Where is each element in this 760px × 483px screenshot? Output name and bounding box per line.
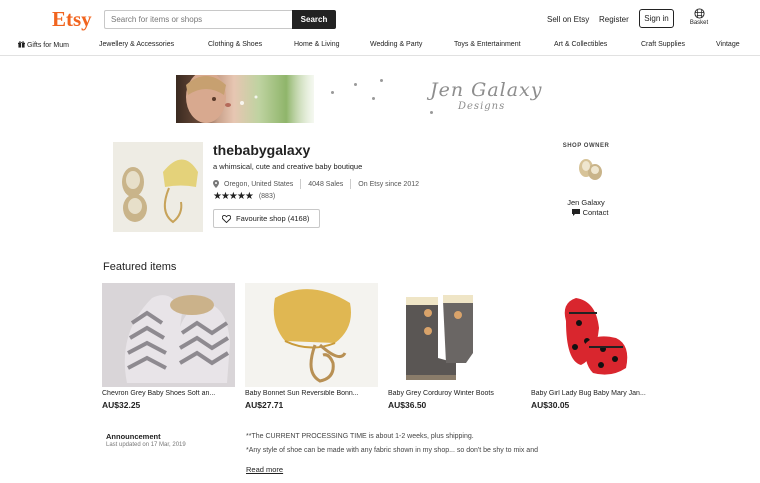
featured-item[interactable]: Baby Girl Lady Bug Baby Mary Jan... AU$3… (531, 283, 664, 410)
favourite-shop-label: Favourite shop (4168) (236, 214, 310, 223)
shop-rating[interactable]: ★★★★★ (883) (213, 191, 275, 202)
category-nav: Gifts for Mum Jewellery & Accessories Cl… (0, 37, 760, 56)
featured-item[interactable]: Chevron Grey Baby Shoes Soft an... AU$32… (102, 283, 235, 410)
owner-avatar-image (574, 152, 606, 184)
item-title[interactable]: Baby Grey Corduroy Winter Boots (388, 390, 521, 397)
dandelion-seed (430, 111, 433, 114)
category-art[interactable]: Art & Collectibles (554, 41, 607, 48)
category-jewellery[interactable]: Jewellery & Accessories (99, 41, 174, 48)
item-title[interactable]: Baby Girl Lady Bug Baby Mary Jan... (531, 390, 664, 397)
contact-owner-link[interactable]: Contact (562, 208, 618, 217)
category-vintage[interactable]: Vintage (716, 41, 740, 48)
favourite-shop-button[interactable]: Favourite shop (4168) (213, 209, 320, 228)
shop-owner-heading: SHOP OWNER (562, 143, 610, 149)
owner-avatar[interactable] (574, 152, 606, 184)
basket-label: Basket (689, 20, 709, 26)
announcement-text: **The CURRENT PROCESSING TIME is about 1… (246, 433, 474, 440)
item-price: AU$36.50 (388, 400, 427, 410)
message-icon (571, 209, 580, 216)
baby-bonnet-image (245, 283, 378, 387)
ladybug-mary-jane-shoes-image (531, 283, 664, 387)
item-price: AU$32.25 (102, 400, 141, 410)
sell-on-etsy-link[interactable]: Sell on Etsy (547, 15, 589, 24)
shop-sales[interactable]: 4048 Sales (308, 181, 343, 188)
search-input[interactable] (104, 10, 293, 29)
item-image[interactable] (245, 283, 378, 387)
meta-divider (350, 179, 352, 189)
sign-in-button[interactable]: Sign in (639, 9, 674, 28)
category-clothing[interactable]: Clothing & Shoes (208, 41, 262, 48)
dandelion-seed (354, 83, 357, 86)
featured-item[interactable]: Baby Grey Corduroy Winter Boots AU$36.50 (388, 283, 521, 410)
banner-fade (286, 75, 326, 123)
announcement-text: *Any style of shoe can be made with any … (246, 447, 538, 454)
owner-name[interactable]: Jen Galaxy (558, 198, 614, 207)
corduroy-boots-image (388, 283, 521, 387)
shop-banner: Jen Galaxy Designs (176, 71, 548, 123)
item-price: AU$30.05 (531, 400, 570, 410)
rating-stars: ★★★★★ (213, 191, 254, 202)
search-button[interactable]: Search (292, 10, 336, 29)
banner-brand-subtitle: Designs (458, 101, 506, 112)
item-image[interactable] (102, 283, 235, 387)
dandelion-seed (380, 79, 383, 82)
category-label: Gifts for Mum (26, 42, 69, 49)
basket-icon (693, 8, 705, 19)
contact-label: Contact (582, 208, 609, 217)
item-title[interactable]: Chevron Grey Baby Shoes Soft an... (102, 390, 235, 397)
shop-tagline: a whimsical, cute and creative baby bout… (213, 162, 363, 171)
gift-icon (18, 41, 25, 48)
category-home[interactable]: Home & Living (294, 41, 340, 48)
shop-since: On Etsy since 2012 (358, 180, 419, 188)
shop-meta: Oregon, United States 4048 Sales On Etsy… (213, 179, 419, 189)
announcement-date: Last updated on 17 Mar, 2019 (106, 442, 186, 448)
featured-item[interactable]: Baby Bonnet Sun Reversible Bonn... AU$27… (245, 283, 378, 410)
shop-icon-photo (113, 142, 203, 232)
announcement-heading: Announcement (106, 432, 161, 441)
chevron-baby-shoes-image (102, 283, 235, 387)
dandelion-seed (331, 91, 334, 94)
dandelion-seed (372, 97, 375, 100)
category-craft[interactable]: Craft Supplies (641, 41, 685, 48)
register-link[interactable]: Register (599, 15, 629, 24)
item-title[interactable]: Baby Bonnet Sun Reversible Bonn... (245, 390, 378, 397)
shop-location: Oregon, United States (224, 180, 294, 188)
etsy-logo[interactable]: Etsy (52, 7, 92, 32)
category-gifts-for-mum[interactable]: Gifts for Mum (18, 41, 69, 49)
review-count: (883) (258, 193, 276, 200)
heart-icon (222, 214, 231, 223)
basket-button[interactable]: Basket (686, 8, 712, 26)
category-toys[interactable]: Toys & Entertainment (454, 41, 521, 48)
category-wedding[interactable]: Wedding & Party (370, 41, 422, 48)
site-header: Etsy Search Sell on Etsy Register Sign i… (0, 0, 760, 36)
item-price: AU$27.71 (245, 400, 284, 410)
featured-items-heading: Featured items (103, 261, 177, 273)
shop-name: thebabygalaxy (213, 142, 311, 158)
item-image[interactable] (388, 283, 521, 387)
location-pin-icon (213, 180, 219, 188)
item-image[interactable] (531, 283, 664, 387)
baby-shoes-bonnet-image (113, 142, 203, 232)
banner-brand-title: Jen Galaxy (430, 79, 543, 101)
meta-divider (300, 179, 302, 189)
read-more-link[interactable]: Read more (246, 465, 283, 474)
